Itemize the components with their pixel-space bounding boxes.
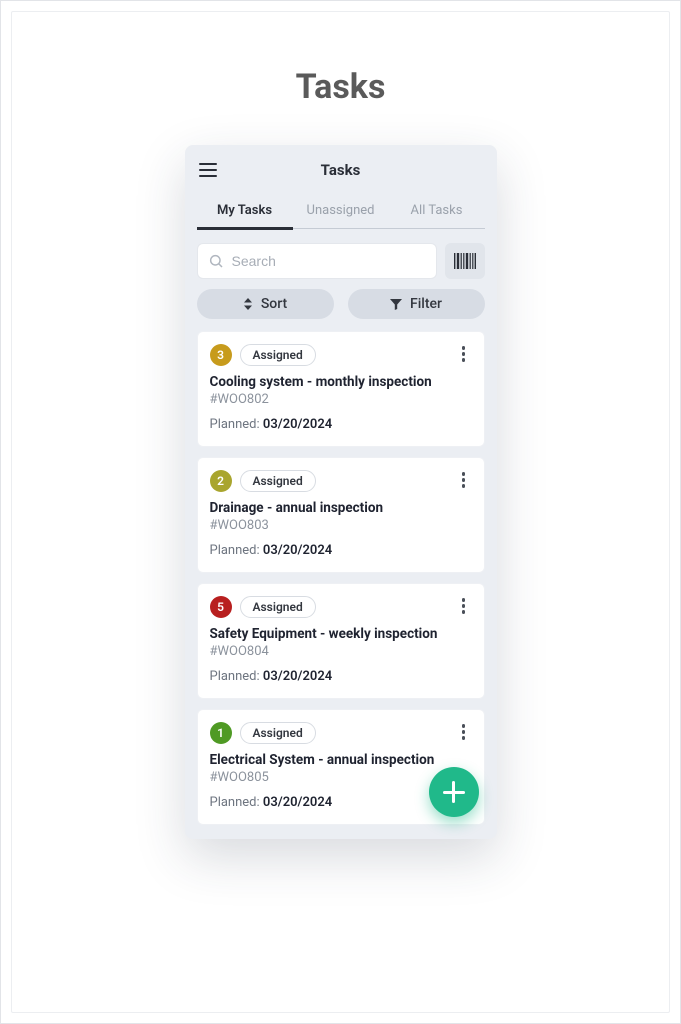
- priority-badge: 5: [210, 596, 232, 618]
- task-card[interactable]: 3 Assigned Cooling system - monthly inspec…: [197, 331, 485, 447]
- filter-button[interactable]: Filter: [348, 289, 485, 319]
- status-chip: Assigned: [240, 722, 316, 744]
- kebab-icon: [462, 604, 466, 608]
- task-planned: Planned: 03/20/2024: [210, 417, 472, 432]
- task-card-header: 5 Assigned: [210, 596, 472, 618]
- task-id: #WOO803: [210, 518, 472, 533]
- sort-icon: [243, 298, 253, 310]
- page-heading: Tasks: [296, 67, 386, 107]
- task-title: Electrical System - annual inspection: [210, 752, 472, 768]
- task-card[interactable]: 5 Assigned Safety Equipment - weekly inspe…: [197, 583, 485, 699]
- kebab-icon: [462, 352, 466, 356]
- priority-badge: 2: [210, 470, 232, 492]
- filter-icon: [390, 299, 402, 310]
- task-card-header: 3 Assigned: [210, 344, 472, 366]
- app-header: Tasks: [185, 145, 497, 189]
- sort-filter-row: Sort Filter: [185, 289, 497, 331]
- planned-date: 03/20/2024: [263, 543, 332, 558]
- kebab-menu-button[interactable]: [454, 344, 474, 364]
- planned-date: 03/20/2024: [263, 417, 332, 432]
- kebab-menu-button[interactable]: [454, 722, 474, 742]
- task-list: 3 Assigned Cooling system - monthly inspec…: [185, 331, 497, 825]
- barcode-icon: [454, 253, 476, 269]
- task-id: #WOO802: [210, 392, 472, 407]
- barcode-button[interactable]: [445, 243, 485, 279]
- planned-label: Planned:: [210, 669, 263, 684]
- tab-my-tasks[interactable]: My Tasks: [197, 195, 293, 228]
- task-card-header: 1 Assigned: [210, 722, 472, 744]
- add-task-fab[interactable]: [429, 767, 479, 817]
- status-chip: Assigned: [240, 596, 316, 618]
- app-title: Tasks: [199, 161, 483, 179]
- planned-label: Planned:: [210, 543, 263, 558]
- kebab-icon: [462, 478, 466, 482]
- task-planned: Planned: 03/20/2024: [210, 669, 472, 684]
- planned-date: 03/20/2024: [263, 795, 332, 810]
- search-input[interactable]: [232, 253, 426, 269]
- tab-bar: My Tasks Unassigned All Tasks: [197, 195, 485, 229]
- search-row: [185, 229, 497, 289]
- search-icon: [208, 253, 224, 269]
- priority-badge: 3: [210, 344, 232, 366]
- phone-frame: Tasks My Tasks Unassigned All Tasks: [185, 145, 497, 839]
- task-title: Cooling system - monthly inspection: [210, 374, 472, 390]
- task-title: Safety Equipment - weekly inspection: [210, 626, 472, 642]
- filter-label: Filter: [410, 296, 442, 312]
- planned-label: Planned:: [210, 795, 263, 810]
- task-planned: Planned: 03/20/2024: [210, 543, 472, 558]
- status-chip: Assigned: [240, 344, 316, 366]
- sort-button[interactable]: Sort: [197, 289, 334, 319]
- status-chip: Assigned: [240, 470, 316, 492]
- task-card-header: 2 Assigned: [210, 470, 472, 492]
- kebab-menu-button[interactable]: [454, 470, 474, 490]
- task-title: Drainage - annual inspection: [210, 500, 472, 516]
- task-id: #WOO804: [210, 644, 472, 659]
- search-box[interactable]: [197, 243, 437, 279]
- planned-date: 03/20/2024: [263, 669, 332, 684]
- priority-badge: 1: [210, 722, 232, 744]
- tab-unassigned[interactable]: Unassigned: [293, 195, 389, 228]
- tab-all-tasks[interactable]: All Tasks: [389, 195, 485, 228]
- task-card[interactable]: 2 Assigned Drainage - annual inspection #WO…: [197, 457, 485, 573]
- kebab-menu-button[interactable]: [454, 596, 474, 616]
- kebab-icon: [462, 730, 466, 734]
- sort-label: Sort: [261, 296, 287, 312]
- planned-label: Planned:: [210, 417, 263, 432]
